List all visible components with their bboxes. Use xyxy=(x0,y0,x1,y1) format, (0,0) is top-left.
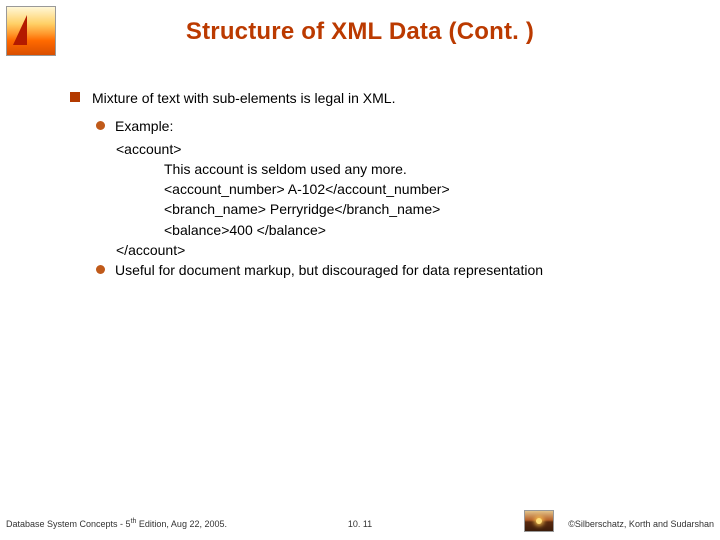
bullet-level2-text: Useful for document markup, but discoura… xyxy=(115,260,543,280)
bullet-level1: Mixture of text with sub-elements is leg… xyxy=(70,88,680,108)
bullet-level1-text: Mixture of text with sub-elements is leg… xyxy=(92,88,395,108)
slide-title: Structure of XML Data (Cont. ) xyxy=(0,18,720,46)
square-bullet-icon xyxy=(70,92,80,102)
code-line: <account_number> A-102</account_number> xyxy=(116,179,680,199)
code-block: <account> This account is seldom used an… xyxy=(116,139,680,261)
bullet-level2: Example: xyxy=(96,116,680,136)
code-line: <balance>400 </balance> xyxy=(116,220,680,240)
bullet-level2: Useful for document markup, but discoura… xyxy=(96,260,680,280)
code-line: This account is seldom used any more. xyxy=(116,159,680,179)
decorative-sunset-image xyxy=(524,510,554,532)
code-line: </account> xyxy=(116,240,680,260)
disc-bullet-icon xyxy=(96,265,105,274)
footer-left: Database System Concepts - 5th Edition, … xyxy=(6,518,227,529)
disc-bullet-icon xyxy=(96,121,105,130)
footer-copyright: ©Silberschatz, Korth and Sudarshan xyxy=(568,519,714,529)
slide-footer: Database System Concepts - 5th Edition, … xyxy=(6,500,714,532)
code-line: <account> xyxy=(116,139,680,159)
slide: Structure of XML Data (Cont. ) Mixture o… xyxy=(0,0,720,540)
footer-slide-number: 10. 11 xyxy=(348,519,372,529)
footer-left-pre: Database System Concepts - 5 xyxy=(6,519,131,529)
bullet-level2-text: Example: xyxy=(115,116,173,136)
footer-left-post: Edition, Aug 22, 2005. xyxy=(136,519,227,529)
slide-body: Mixture of text with sub-elements is leg… xyxy=(70,88,680,283)
code-line: <branch_name> Perryridge</branch_name> xyxy=(116,199,680,219)
sun-shape xyxy=(536,518,542,524)
